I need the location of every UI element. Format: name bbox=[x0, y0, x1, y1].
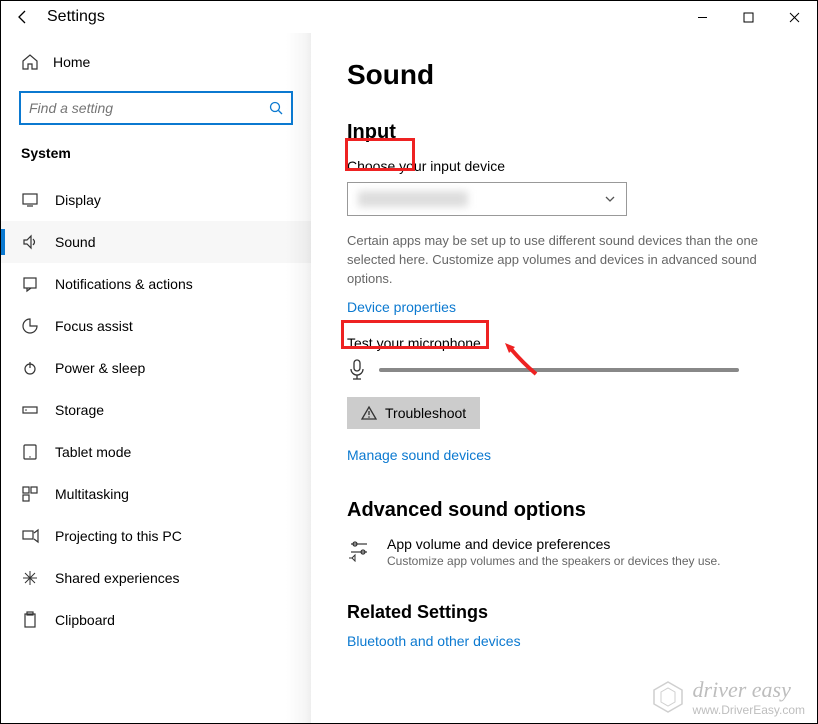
storage-icon bbox=[21, 401, 39, 419]
clipboard-icon bbox=[21, 611, 39, 629]
input-device-select[interactable] bbox=[347, 182, 627, 216]
focus-assist-icon bbox=[21, 317, 39, 335]
home-label: Home bbox=[53, 54, 90, 70]
search-icon bbox=[269, 101, 283, 115]
sliders-icon bbox=[347, 538, 371, 562]
microphone-icon bbox=[347, 359, 367, 381]
power-icon bbox=[21, 359, 39, 377]
highlight-input-heading bbox=[345, 138, 415, 171]
home-nav[interactable]: Home bbox=[1, 43, 311, 81]
mic-level-bar bbox=[379, 368, 739, 372]
main-content: Sound Input Choose your input device Cer… bbox=[311, 33, 817, 723]
sidebar-item-label: Sound bbox=[55, 234, 95, 250]
sidebar-item-label: Clipboard bbox=[55, 612, 115, 628]
sidebar-item-multitasking[interactable]: Multitasking bbox=[1, 473, 311, 515]
sidebar-item-power-sleep[interactable]: Power & sleep bbox=[1, 347, 311, 389]
back-button[interactable] bbox=[15, 9, 31, 25]
related-heading: Related Settings bbox=[347, 602, 789, 623]
sidebar-section-label: System bbox=[1, 141, 311, 179]
chevron-down-icon bbox=[604, 193, 616, 205]
sidebar-item-label: Shared experiences bbox=[55, 570, 180, 586]
sidebar-item-label: Display bbox=[55, 192, 101, 208]
shared-icon bbox=[21, 569, 39, 587]
search-input-wrapper[interactable] bbox=[19, 91, 293, 125]
close-button[interactable] bbox=[771, 1, 817, 33]
home-icon bbox=[21, 53, 39, 71]
sidebar-item-sound[interactable]: Sound bbox=[1, 221, 311, 263]
manage-sound-link[interactable]: Manage sound devices bbox=[347, 447, 491, 463]
sidebar-item-label: Multitasking bbox=[55, 486, 129, 502]
app-volume-row[interactable]: App volume and device preferences Custom… bbox=[347, 536, 789, 568]
sidebar-item-label: Tablet mode bbox=[55, 444, 131, 460]
minimize-button[interactable] bbox=[679, 1, 725, 33]
search-input[interactable] bbox=[29, 100, 269, 116]
notifications-icon bbox=[21, 275, 39, 293]
highlight-device-properties bbox=[341, 320, 489, 349]
sidebar-item-shared[interactable]: Shared experiences bbox=[1, 557, 311, 599]
selected-device-blurred bbox=[358, 191, 468, 207]
sidebar-item-label: Storage bbox=[55, 402, 104, 418]
sidebar-item-display[interactable]: Display bbox=[1, 179, 311, 221]
troubleshoot-label: Troubleshoot bbox=[385, 405, 466, 421]
sidebar-item-clipboard[interactable]: Clipboard bbox=[1, 599, 311, 641]
sidebar-item-tablet-mode[interactable]: Tablet mode bbox=[1, 431, 311, 473]
projecting-icon bbox=[21, 527, 39, 545]
sidebar-item-notifications[interactable]: Notifications & actions bbox=[1, 263, 311, 305]
sidebar-item-label: Focus assist bbox=[55, 318, 133, 334]
sidebar: Home System Display Sound bbox=[1, 33, 311, 723]
bluetooth-link[interactable]: Bluetooth and other devices bbox=[347, 633, 521, 649]
display-icon bbox=[21, 191, 39, 209]
advanced-heading: Advanced sound options bbox=[347, 499, 789, 522]
troubleshoot-button[interactable]: Troubleshoot bbox=[347, 397, 480, 429]
adv-row-title: App volume and device preferences bbox=[387, 536, 721, 552]
sound-icon bbox=[21, 233, 39, 251]
window-title: Settings bbox=[47, 8, 105, 26]
tablet-icon bbox=[21, 443, 39, 461]
multitasking-icon bbox=[21, 485, 39, 503]
sidebar-item-label: Power & sleep bbox=[55, 360, 145, 376]
device-properties-link[interactable]: Device properties bbox=[347, 299, 456, 315]
maximize-button[interactable] bbox=[725, 1, 771, 33]
page-heading: Sound bbox=[347, 59, 789, 91]
sidebar-item-label: Notifications & actions bbox=[55, 276, 193, 292]
sidebar-item-label: Projecting to this PC bbox=[55, 528, 182, 544]
adv-row-sub: Customize app volumes and the speakers o… bbox=[387, 554, 721, 568]
sidebar-item-storage[interactable]: Storage bbox=[1, 389, 311, 431]
sidebar-item-projecting[interactable]: Projecting to this PC bbox=[1, 515, 311, 557]
warning-icon bbox=[361, 405, 377, 421]
sidebar-item-focus-assist[interactable]: Focus assist bbox=[1, 305, 311, 347]
input-description: Certain apps may be set up to use differ… bbox=[347, 232, 787, 289]
